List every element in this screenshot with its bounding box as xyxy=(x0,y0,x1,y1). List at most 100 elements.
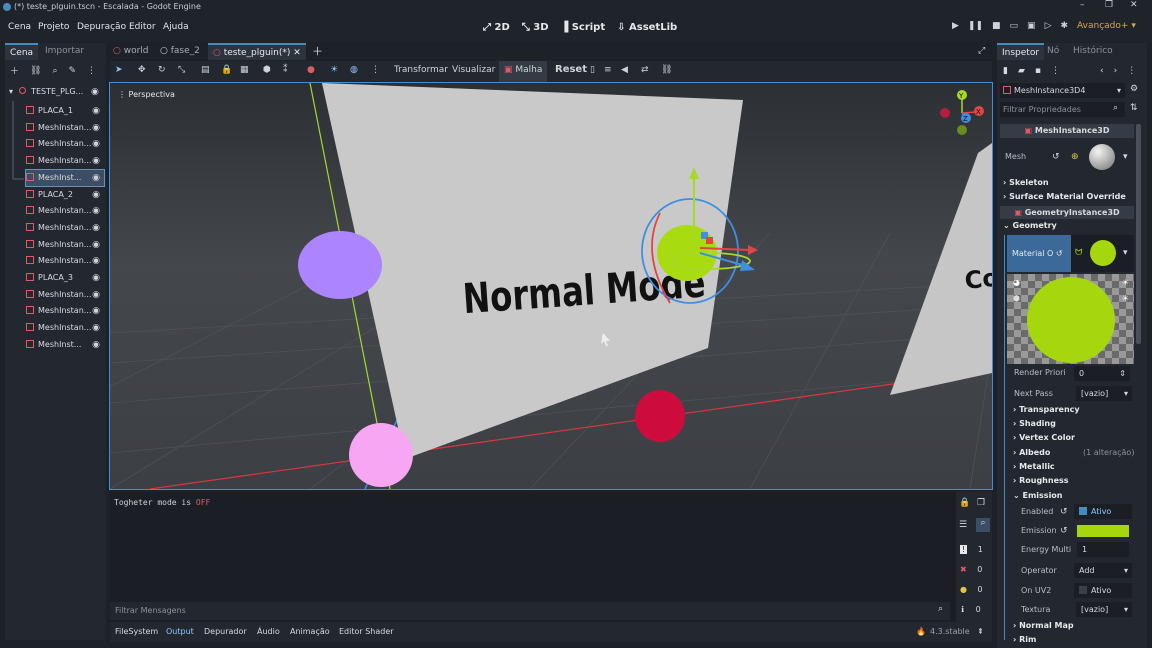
section-surface-override[interactable]: › Surface Material Override xyxy=(1003,192,1126,201)
filter-messages[interactable]: ℹ 0 xyxy=(956,600,992,620)
play-custom-icon[interactable]: ✱ xyxy=(1060,21,1068,31)
eye-icon[interactable]: ◉ xyxy=(92,320,100,336)
group-icon[interactable]: ▦ xyxy=(240,65,249,75)
workspace-script[interactable]: ▐ Script xyxy=(561,22,606,33)
move-tool-icon[interactable]: ✥ xyxy=(138,65,146,75)
eye-icon[interactable]: ◉ xyxy=(92,203,100,219)
select-tool-icon[interactable]: ➤ xyxy=(115,65,123,75)
save-icon[interactable]: ▪ xyxy=(1035,66,1041,76)
plugin-icon-2[interactable]: ≡ xyxy=(604,65,612,75)
more-icon[interactable]: ⋮ xyxy=(87,66,96,76)
pause-icon[interactable]: ❚❚ xyxy=(968,21,983,31)
renderer-select[interactable]: Avançado+ ▾ xyxy=(1077,21,1136,31)
scene-tree-item[interactable]: MeshInstan... ◉ xyxy=(26,237,104,253)
menu-editor[interactable]: Editor xyxy=(129,22,156,32)
scene-tree-item[interactable]: MeshInstan... ◉ xyxy=(26,253,104,269)
filter-errors[interactable]: ✖ 0 xyxy=(956,560,992,580)
plugin-icon-4[interactable]: ⇄ xyxy=(641,65,649,75)
next-pass-input[interactable]: [vazio] ▾ xyxy=(1076,386,1132,401)
link-icon[interactable]: ⛓ xyxy=(30,66,41,76)
eye-icon[interactable]: ◉ xyxy=(92,337,100,353)
operator-select[interactable]: Add ▾ xyxy=(1074,563,1132,578)
plugin-icon-1[interactable]: ▯ xyxy=(590,65,595,75)
scene-tree-item[interactable]: MeshInst... ◉ xyxy=(25,168,105,187)
copy-icon[interactable]: ❐ xyxy=(977,498,985,508)
workspace-2d[interactable]: ⤢ 2D xyxy=(483,22,510,33)
eye-icon[interactable]: ◉ xyxy=(92,270,100,286)
tools-icon[interactable]: ⚙ xyxy=(1130,84,1138,94)
emission-enabled-checkbox[interactable]: Ativo xyxy=(1074,504,1132,519)
sphere-red[interactable] xyxy=(635,390,685,442)
section-transparency[interactable]: › Transparency xyxy=(1013,405,1080,414)
material-preview[interactable]: ◕ ⬢ ☀ ☀ xyxy=(1007,274,1134,364)
workspace-3d[interactable]: ⤡ 3D xyxy=(522,22,549,33)
scene-tree-item[interactable]: MeshInstan... ◉ xyxy=(26,320,104,336)
menu-help[interactable]: Ajuda xyxy=(163,22,189,32)
lock-icon[interactable]: 🔒 xyxy=(959,498,970,508)
close-button[interactable]: ✕ xyxy=(1130,0,1138,10)
section-geometry[interactable]: ⌄ Geometry xyxy=(1003,221,1057,230)
scene-tab-world[interactable]: ○ world xyxy=(113,43,149,60)
scene-tree-item[interactable]: MeshInstan... ◉ xyxy=(26,203,104,219)
tab-scene[interactable]: Cena xyxy=(5,43,39,60)
menu-scene[interactable]: Cena xyxy=(8,22,31,32)
emission-color-swatch[interactable] xyxy=(1077,525,1129,537)
chevron-down-icon[interactable]: ▾ xyxy=(1123,152,1128,162)
rotate-tool-icon[interactable]: ↻ xyxy=(158,65,166,75)
distraction-free-icon[interactable]: ⤢ xyxy=(978,43,985,60)
section-roughness[interactable]: › Roughness xyxy=(1013,476,1069,485)
scale-tool-icon[interactable]: ⤡ xyxy=(178,65,185,75)
node-select[interactable]: MeshInstance3D4 ▾ xyxy=(1000,83,1125,98)
new-tab-icon[interactable]: ＋ xyxy=(312,43,323,60)
revert-icon[interactable]: ↺ xyxy=(1060,526,1068,536)
tab-animation[interactable]: Animação xyxy=(290,627,330,636)
scene-tree-item[interactable]: PLACA_1 ◉ xyxy=(26,103,104,119)
eye-icon[interactable]: ◉ xyxy=(92,287,100,303)
section-shading[interactable]: › Shading xyxy=(1013,419,1056,428)
eye-icon[interactable]: ◉ xyxy=(92,303,100,319)
mesh-preview[interactable] xyxy=(1089,144,1115,170)
more-icon[interactable]: ⋮ xyxy=(371,65,380,75)
environment-icon[interactable]: ◍ xyxy=(350,65,358,75)
camera-icon[interactable]: ● xyxy=(307,65,315,75)
chevron-down-icon[interactable]: ▾ xyxy=(1123,248,1128,258)
history-icon[interactable]: ⋮ xyxy=(1127,66,1136,76)
sphere-purple[interactable] xyxy=(298,231,382,299)
filter-messages-input[interactable]: Filtrar Mensagens xyxy=(110,602,950,620)
scene-tree-item[interactable]: MeshInstan... ◉ xyxy=(26,287,104,303)
tab-history[interactable]: Histórico xyxy=(1073,43,1113,60)
scene-tree-item[interactable]: MeshInstan... ◉ xyxy=(26,220,104,236)
texture-input[interactable]: [vazio] ▾ xyxy=(1076,602,1132,617)
eye-icon[interactable]: ◉ xyxy=(92,237,100,253)
local-space-icon[interactable]: ⬢ xyxy=(263,65,271,75)
scene-tree-item[interactable]: MeshInstan... ◉ xyxy=(26,153,104,169)
sun-icon[interactable]: ☀ xyxy=(330,65,338,75)
eye-icon[interactable]: ◉ xyxy=(92,253,100,269)
eye-icon[interactable]: ◉ xyxy=(92,153,100,169)
transform-menu[interactable]: Transformar xyxy=(394,65,448,75)
eye-icon[interactable]: ◉ xyxy=(91,87,99,97)
tab-filesystem[interactable]: FileSystem xyxy=(115,627,158,636)
open-folder-icon[interactable]: ▰ xyxy=(1018,66,1025,76)
render-priority-input[interactable]: 0 ⇕ xyxy=(1074,366,1130,381)
revert-icon[interactable]: ↺ xyxy=(1052,152,1060,162)
clear-icon[interactable]: ☰ xyxy=(959,520,967,530)
menu-debug[interactable]: Depuração xyxy=(77,22,126,32)
link-icon[interactable]: ⛓ xyxy=(661,65,672,75)
tab-import[interactable]: Importar xyxy=(45,43,84,60)
back-icon[interactable]: ‹ xyxy=(1100,66,1104,76)
sphere-shape-icon[interactable]: ◕ xyxy=(1013,278,1020,287)
chevron-down-icon[interactable]: ▾ xyxy=(9,87,13,96)
minimize-button[interactable]: – xyxy=(1080,0,1085,10)
inspector-scrollbar[interactable] xyxy=(1136,124,1141,344)
light-1-icon[interactable]: ☀ xyxy=(1122,278,1129,287)
filter-warnings[interactable]: ● 0 xyxy=(956,580,992,600)
reset-button[interactable]: Reset xyxy=(555,64,587,75)
revert-icon[interactable]: ↺ xyxy=(1060,507,1068,517)
scene-tree-item[interactable]: MeshInstan... ◉ xyxy=(26,136,104,152)
scene-tree-item[interactable]: MeshInst... ◉ xyxy=(26,337,104,353)
eye-icon[interactable]: ◉ xyxy=(92,187,100,203)
light-2-icon[interactable]: ☀ xyxy=(1122,294,1129,303)
filter-log[interactable]: ! 1 xyxy=(956,540,992,560)
section-emission[interactable]: ⌄ Emission xyxy=(1013,491,1063,500)
